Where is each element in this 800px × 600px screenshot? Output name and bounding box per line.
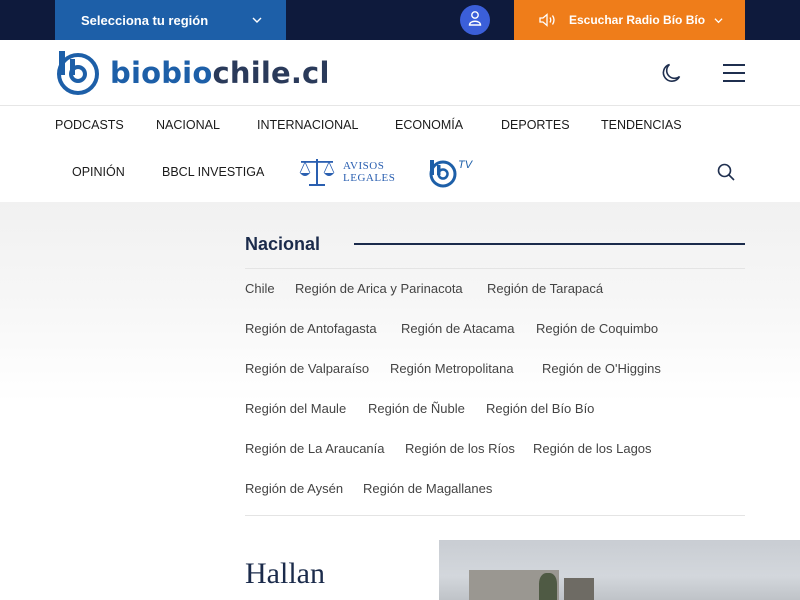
section-divider	[245, 268, 745, 269]
avisos-line-1: AVISOS	[343, 160, 385, 172]
logo-part-2: chile.cl	[212, 56, 330, 90]
nav-item-opinion[interactable]: OPINIÓN	[72, 165, 125, 179]
dark-mode-toggle[interactable]	[660, 61, 684, 90]
avisos-legales-link[interactable]: AVISOS LEGALES	[297, 156, 395, 188]
region-link[interactable]: Región de los Lagos	[533, 441, 652, 456]
region-link[interactable]: Región de Valparaíso	[245, 361, 369, 376]
region-link[interactable]: Región de Arica y Parinacota	[295, 281, 463, 296]
menu-icon-line	[723, 72, 745, 74]
region-link[interactable]: Región de los Ríos	[405, 441, 515, 456]
menu-icon-line	[723, 80, 745, 82]
listen-radio-label: Escuchar Radio Bío Bío	[569, 13, 706, 27]
user-account-button[interactable]	[460, 5, 490, 35]
section-bottom-divider	[245, 515, 745, 516]
photo-building	[564, 578, 594, 600]
region-link[interactable]: Región de Magallanes	[363, 481, 492, 496]
region-link[interactable]: Chile	[245, 281, 275, 296]
nav-item-podcasts[interactable]: PODCASTS	[55, 118, 124, 132]
logo-part-1: biobio	[110, 56, 213, 90]
region-select-label: Selecciona tu región	[81, 12, 209, 28]
nav-item-tendencias[interactable]: TENDENCIAS	[601, 118, 682, 132]
chevron-down-icon	[714, 16, 723, 25]
nav-item-nacional[interactable]: NACIONAL	[156, 118, 220, 132]
biobio-tv-link[interactable]: TV	[428, 157, 476, 194]
region-link[interactable]: Región de Aysén	[245, 481, 343, 496]
avisos-line-2: LEGALES	[343, 172, 396, 184]
nav-item-bbcl-investiga[interactable]: BBCL INVESTIGA	[162, 165, 264, 179]
region-select[interactable]: Selecciona tu región	[55, 0, 286, 40]
moon-icon	[662, 63, 681, 82]
article-image[interactable]	[439, 540, 800, 600]
article-headline[interactable]: Hallan	[245, 557, 325, 591]
search-icon	[717, 163, 735, 181]
tv-label: TV	[458, 159, 474, 171]
site-header: biobiochile.cl	[0, 40, 800, 106]
section-title: Nacional	[245, 234, 321, 254]
region-link[interactable]: Región de Ñuble	[368, 401, 465, 416]
nav-item-internacional[interactable]: INTERNACIONAL	[257, 118, 358, 132]
logo-wordmark: biobiochile.cl	[110, 56, 330, 90]
region-link[interactable]: Región del Maule	[245, 401, 346, 416]
region-link[interactable]: Región de Coquimbo	[536, 321, 658, 336]
search-button[interactable]	[716, 162, 736, 187]
chevron-down-icon	[252, 13, 262, 28]
region-link[interactable]: Región del Bío Bío	[486, 401, 594, 416]
nav-item-deportes[interactable]: DEPORTES	[501, 118, 570, 132]
region-link[interactable]: Región de Antofagasta	[245, 321, 377, 336]
speaker-icon	[539, 13, 557, 27]
region-link[interactable]: Región de Tarapacá	[487, 281, 603, 296]
region-link[interactable]: Región de La Araucanía	[245, 441, 385, 456]
nav-item-economia[interactable]: ECONOMÍA	[395, 118, 463, 132]
section-title-rule	[354, 243, 745, 245]
region-link[interactable]: Región de O'Higgins	[542, 361, 661, 376]
photo-tree	[539, 573, 557, 600]
site-logo[interactable]: biobiochile.cl	[56, 50, 330, 96]
avisos-legales-label: AVISOS LEGALES	[343, 160, 395, 184]
biobio-logo-icon	[57, 51, 99, 95]
menu-button[interactable]	[723, 64, 745, 88]
menu-icon-line	[723, 64, 745, 66]
region-link[interactable]: Región Metropolitana	[390, 361, 514, 376]
listen-radio-button[interactable]: Escuchar Radio Bío Bío	[514, 0, 745, 40]
biobio-tv-logo-icon: TV	[429, 159, 474, 188]
region-link[interactable]: Región de Atacama	[401, 321, 514, 336]
scales-icon	[299, 159, 335, 186]
user-icon	[467, 10, 483, 31]
